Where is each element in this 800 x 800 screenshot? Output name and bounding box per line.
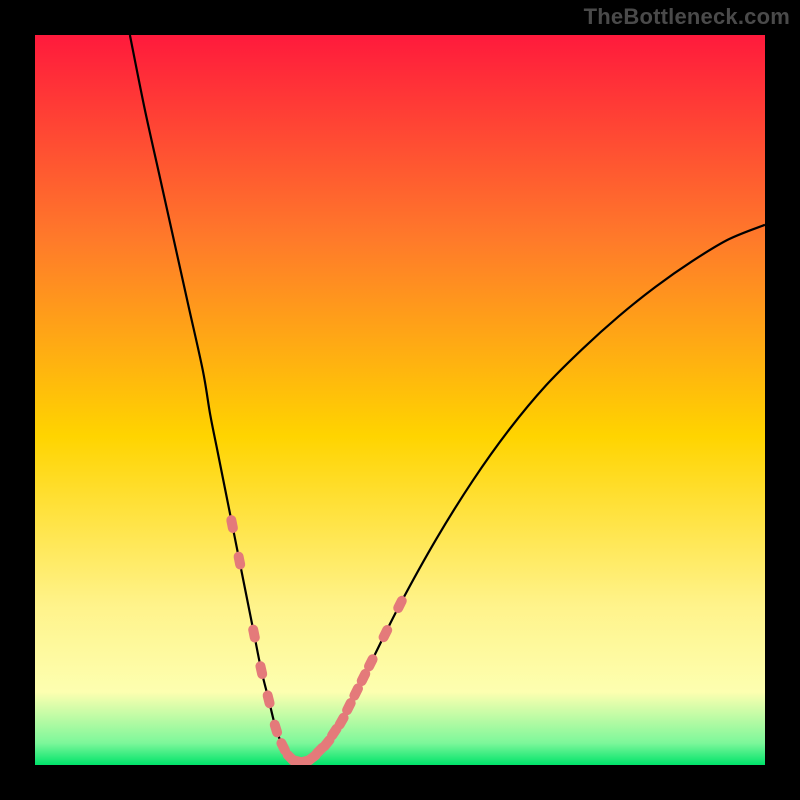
gradient-background bbox=[35, 35, 765, 765]
plot-area bbox=[35, 35, 765, 765]
chart-frame: TheBottleneck.com bbox=[0, 0, 800, 800]
watermark-text: TheBottleneck.com bbox=[584, 4, 790, 30]
bottleneck-chart bbox=[35, 35, 765, 765]
